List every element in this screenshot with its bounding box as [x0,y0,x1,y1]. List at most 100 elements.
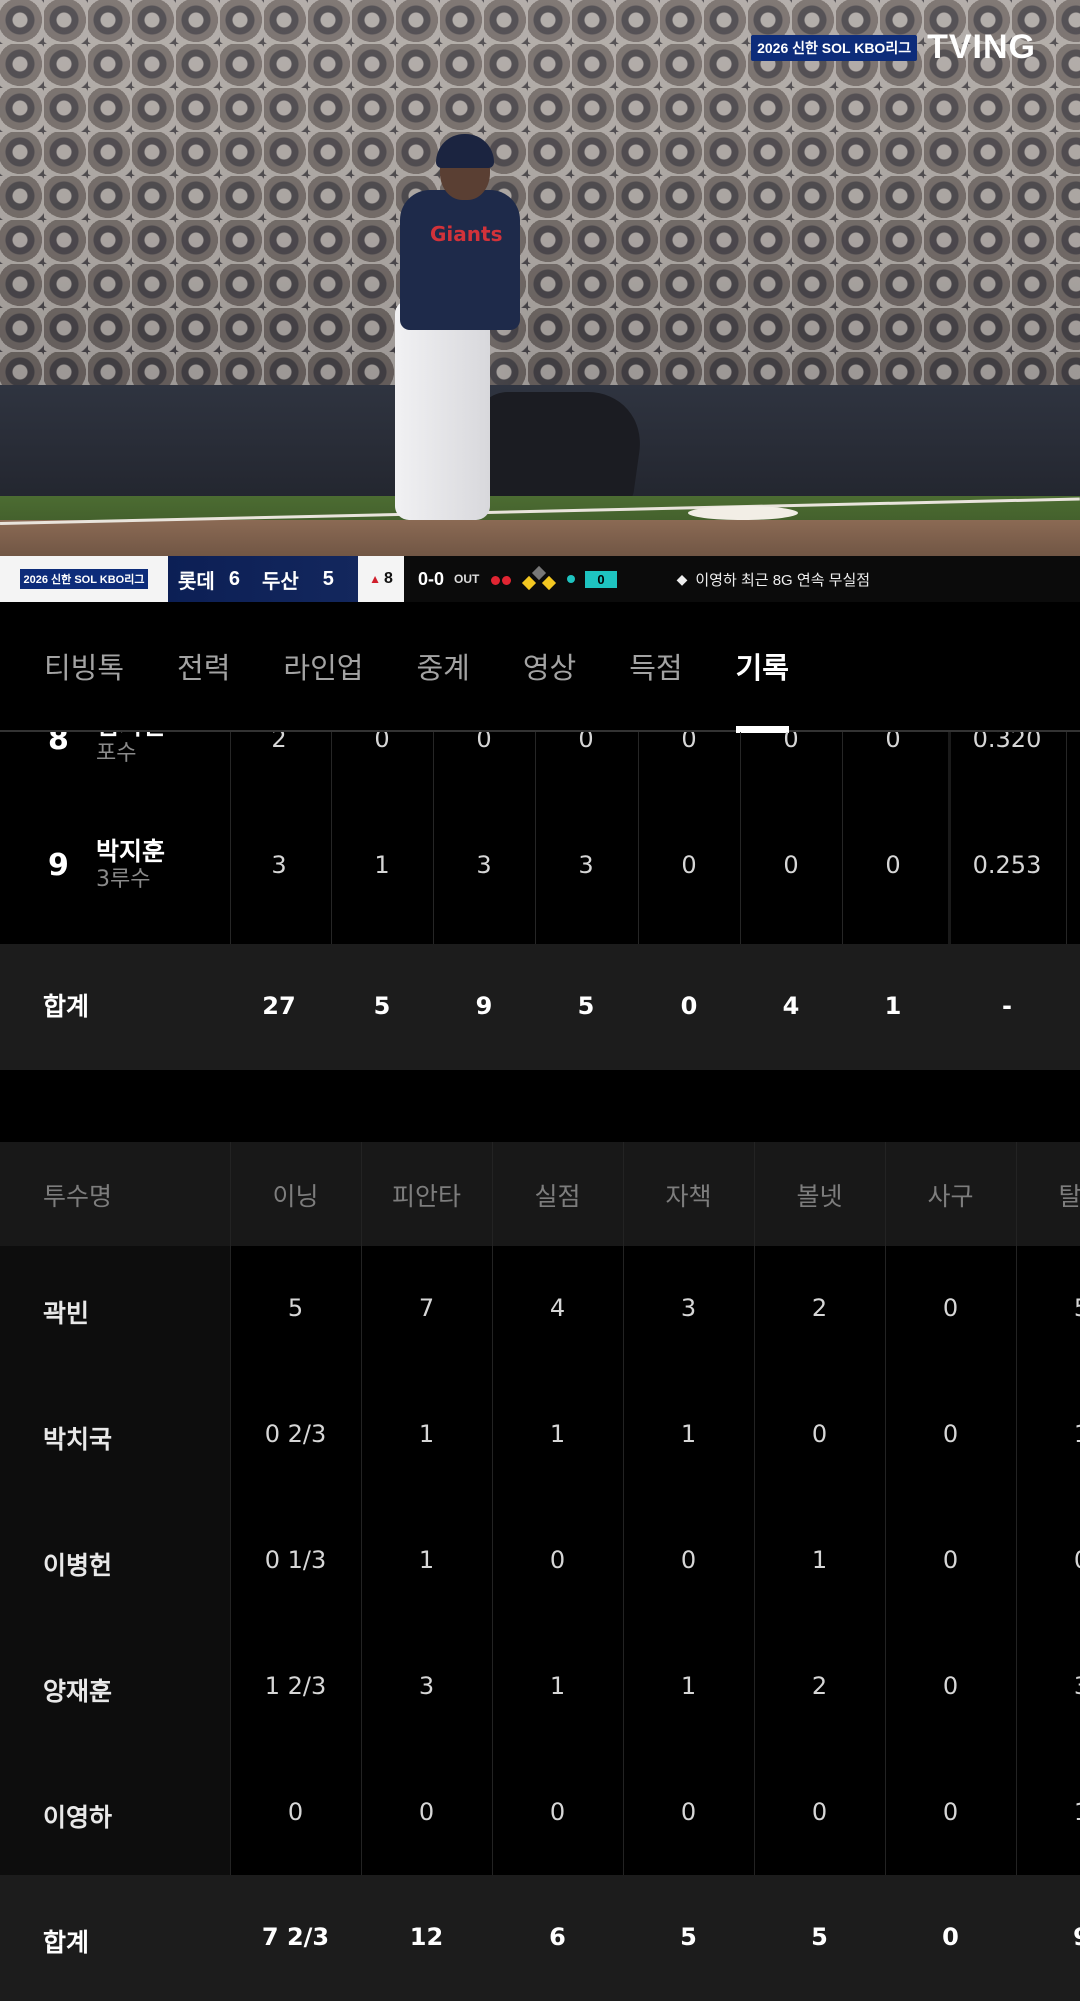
stat-cell: 0 [885,732,901,753]
pitcher-stat-cell: 1 [1016,1420,1080,1448]
score-bar: 2026 신한 SOL KBO리그 롯데 6 두산 5 ▲ 8 0-0 OUT … [0,556,1080,602]
pitcher-grid-line [361,1142,362,1875]
pitcher-name[interactable]: 곽빈 [43,1294,89,1330]
batter-total-row: 합계 27 5 9 5 0 4 1 - [0,944,1080,1070]
pitcher-column-header[interactable]: 자책 [623,1177,754,1213]
third-base [688,506,798,520]
tab-6[interactable]: 기록 [735,601,790,733]
out-label: OUT [454,572,480,586]
tab-5[interactable]: 득점 [629,601,682,731]
pitcher-stat-cell: 0 [811,1420,828,1448]
pitcher-stat-cell: 0 [942,1672,959,1700]
pitcher-stat-cell: 3 [680,1294,697,1322]
pitcher-stat-cell: 0 [942,1294,959,1322]
away-score: 6 [228,567,240,590]
pitcher-stat-cell: 0 [549,1798,566,1826]
stat-cell: 0 [885,851,901,879]
scorebar-league: 2026 신한 SOL KBO리그 [0,556,168,602]
tab-4[interactable]: 영상 [523,601,576,731]
pitcher-column-header[interactable]: 사구 [885,1177,1016,1213]
pitcher-total-cell: 7 2/3 [261,1923,330,1951]
pitcher-total-cell: 5 [680,1923,697,1951]
pitcher-table: 투수명이닝피안타실점자책볼넷사구탈삼 합계7 2/31265509 곽빈5743… [0,1142,1080,2001]
pitcher-column-header[interactable]: 탈삼 [1016,1177,1080,1213]
scorebar-teams: 롯데 6 두산 5 [168,556,358,602]
tab-2[interactable]: 라인업 [283,601,363,731]
batting-order: 8 [48,732,69,757]
player-legs [395,300,490,520]
bases-icon [521,565,557,591]
batting-order: 9 [48,848,69,883]
tab-0[interactable]: 티빙톡 [44,601,124,731]
home-score: 5 [322,567,334,590]
pitcher-stat-cell: 0 [549,1546,566,1574]
total-stat-cell: 27 [262,992,296,1020]
pitcher-stat-cell: 1 [680,1420,697,1448]
pitcher-column-header[interactable]: 실점 [492,1177,623,1213]
pitcher-stat-cell: 0 [680,1546,697,1574]
stat-cell: 0 [578,732,594,753]
pitcher-stat-cell: 1 [418,1420,435,1448]
player-position: 3루수 [96,867,151,892]
pitcher-total-cell: 0 [942,1923,959,1951]
batting-average: 0.320 [972,732,1042,753]
pitcher-stat-cell: 1 [811,1546,828,1574]
out-dots [489,569,512,590]
pitcher-stat-cell: 1 [418,1546,435,1574]
batting-average: 0.253 [972,851,1042,879]
tving-logo: TVING [927,28,1036,66]
pitcher-stat-cell: 0 [942,1546,959,1574]
pitcher-stat-cell: 0 [287,1798,304,1826]
tab-1[interactable]: 전력 [177,601,230,731]
stat-cell: 3 [271,851,287,879]
pitcher-stat-cell: 0 [680,1798,697,1826]
stat-cell: 0 [783,732,799,753]
total-stat-cell: 4 [782,992,800,1020]
pitcher-total-cell: 5 [811,1923,828,1951]
ticker: ◆ 이영하 최근 8G 연속 무실점 [677,569,870,590]
stat-cell: 0 [681,851,697,879]
diamond-icon: ◆ [676,570,688,587]
pitcher-name[interactable]: 양재훈 [43,1672,112,1708]
inning-indicator: ▲ 8 [358,556,404,602]
pitcher-column-header[interactable]: 이닝 [230,1177,361,1213]
pitcher-stat-cell: 0 [1016,1546,1080,1574]
stat-cell: 1 [374,851,390,879]
tab-3[interactable]: 중계 [416,601,469,731]
pitcher-stat-cell: 0 [418,1798,435,1826]
batter-table: 8김기연포수20000000.3209박지훈3루수31330000.253합계2… [0,732,1080,1070]
pitcher-name[interactable]: 이병헌 [43,1546,112,1582]
pitcher-grid-line [230,1142,231,1875]
inning-number: 8 [383,570,393,587]
stat-cell: 0 [681,732,697,753]
player-name[interactable]: 박지훈 [96,837,165,867]
batter-row: 9 박지훈 3루수 3 1 3 3 0 0 0 0.253 [0,803,1080,929]
pitcher-stat-cell: 2 [811,1294,828,1322]
pitcher-stat-cell: 7 [418,1294,435,1322]
pitcher-grid-line [623,1142,624,1875]
pitcher-name[interactable]: 이영하 [43,1798,112,1834]
pitcher-name-column [0,1142,230,2001]
pitch-counter: 0 [585,570,617,588]
pitcher-column-header[interactable]: 볼넷 [754,1177,885,1213]
pitcher-stat-cell: 0 1/3 [264,1546,327,1574]
video-player[interactable]: Giants 2026 신한 SOL KBO리그 TVING 2026 신한 S… [0,0,1080,602]
pitcher-grid-line [1016,1142,1017,1875]
pitcher-name[interactable]: 박치국 [43,1420,112,1456]
batter-row: 8김기연포수20000000.320 [0,732,1080,803]
pitcher-stat-cell: 1 [1016,1798,1080,1826]
pitcher-stat-cell: 0 [942,1798,959,1826]
pitcher-grid-line [885,1142,886,1875]
home-team: 두산 [261,570,299,593]
tarp [462,392,648,502]
pitcher-stat-cell: 1 2/3 [264,1672,327,1700]
stat-cell: 3 [578,851,594,879]
pitcher-stat-cell: 5 [1016,1294,1080,1322]
tab-bar: 티빙톡 전력 라인업 중계 영상 득점 기록 [0,601,1080,733]
pitcher-stat-cell: 0 [942,1420,959,1448]
pitcher-total-label: 합계 [43,1928,90,1957]
pitcher-column-header[interactable]: 피안타 [361,1177,492,1213]
pitcher-stat-cell: 4 [549,1294,566,1322]
total-label: 합계 [43,992,90,1021]
stat-cell: 0 [476,732,492,753]
